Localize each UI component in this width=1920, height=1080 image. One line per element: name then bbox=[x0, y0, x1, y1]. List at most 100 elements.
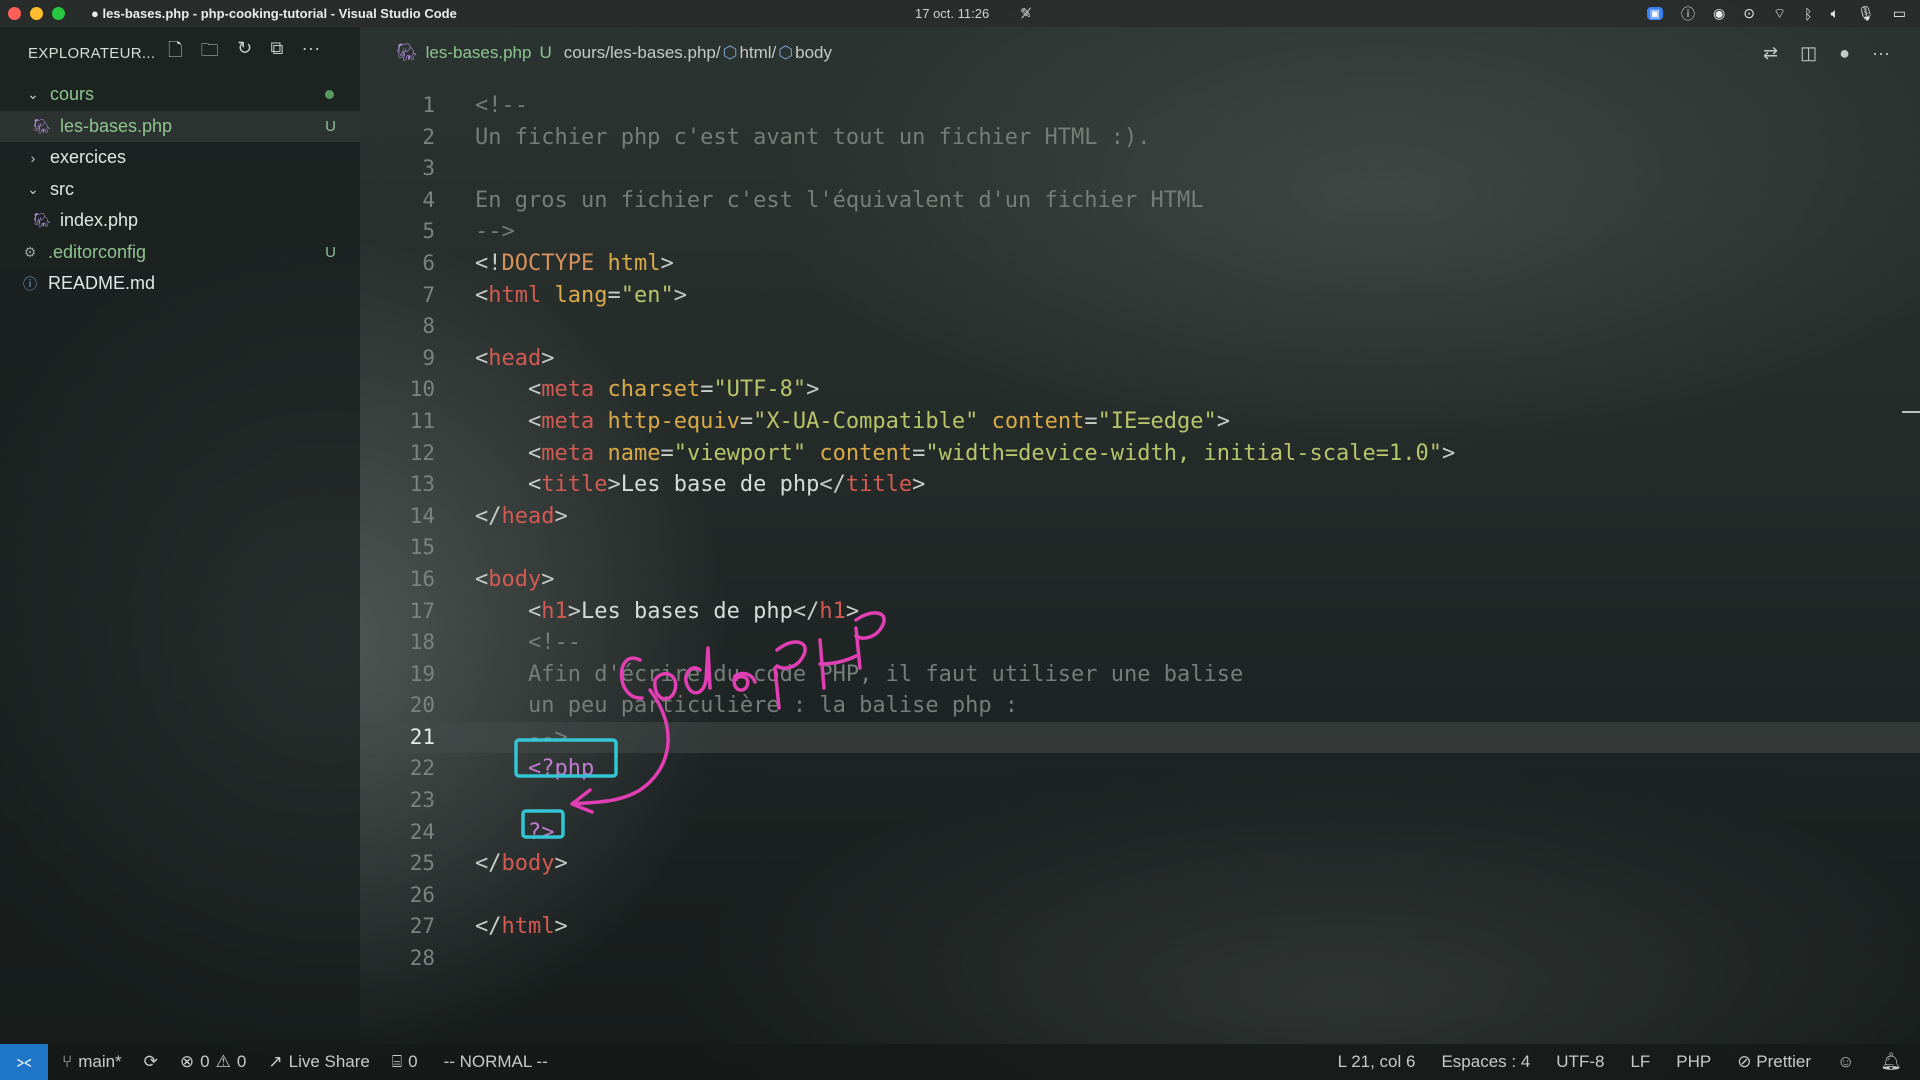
tree-folder-exercices[interactable]: › exercices bbox=[0, 142, 360, 174]
minimize-window-button[interactable] bbox=[30, 7, 43, 20]
close-window-button[interactable] bbox=[8, 7, 21, 20]
code-line[interactable]: 26 bbox=[360, 880, 1920, 912]
collapse-all-icon[interactable]: ⧉ bbox=[270, 38, 283, 68]
tree-file-readme[interactable]: ⓘ README.md bbox=[0, 268, 360, 300]
code-line[interactable]: 24 ?> bbox=[360, 817, 1920, 849]
code-line[interactable]: 1 <!-- bbox=[360, 90, 1920, 122]
code-text: --> bbox=[475, 724, 568, 750]
line-number: 20 bbox=[409, 693, 435, 718]
code-line[interactable]: 23 bbox=[360, 785, 1920, 817]
line-number: 14 bbox=[409, 503, 435, 528]
code-line[interactable]: 9 <head> bbox=[360, 343, 1920, 375]
code-line[interactable]: 13 <title>Les base de php</title> bbox=[360, 469, 1920, 501]
microphone-icon[interactable]: 🎙︎ bbox=[1857, 5, 1875, 22]
tree-folder-cours[interactable]: ⌄ cours bbox=[0, 79, 360, 111]
play-circle-icon[interactable]: ⊙ bbox=[1743, 5, 1755, 22]
tree-file-les-bases[interactable]: 🐘︎ les-bases.php U bbox=[0, 110, 360, 142]
code-text: un peu particulière : la balise php : bbox=[475, 693, 1019, 719]
end-of-line[interactable]: LF bbox=[1630, 1052, 1650, 1072]
info-icon[interactable]: ⓘ bbox=[1681, 4, 1695, 24]
code-line[interactable]: 25 </body> bbox=[360, 848, 1920, 880]
code-line[interactable]: 11 <meta http-equiv="X-UA-Compatible" co… bbox=[360, 406, 1920, 438]
code-line[interactable]: 4 En gros un fichier c'est l'équivalent d… bbox=[360, 185, 1920, 217]
code-line[interactable]: 12 <meta name="viewport" content="width=… bbox=[360, 438, 1920, 470]
line-number: 11 bbox=[409, 408, 435, 433]
notifications-icon[interactable]: 🔔︎ bbox=[1880, 1052, 1902, 1072]
more-actions-icon[interactable]: ··· bbox=[302, 38, 321, 68]
breadcrumb-html[interactable]: html/ bbox=[739, 43, 776, 63]
tree-file-index[interactable]: 🐘︎ index.php bbox=[0, 205, 360, 237]
pen-disabled-icon[interactable]: ✎̸ bbox=[1020, 5, 1032, 22]
line-number: 22 bbox=[409, 756, 435, 781]
clock[interactable]: 17 oct. 11:26 bbox=[915, 6, 989, 21]
explorer-sidebar: EXPLORATEUR... 🗋︎ 🗀︎ ↻ ⧉ ··· ⌄ cours 🐘︎ … bbox=[0, 27, 360, 1044]
code-line[interactable]: 10 <meta charset="UTF-8"> bbox=[360, 374, 1920, 406]
line-number: 3 bbox=[422, 156, 435, 181]
live-share-button[interactable]: ↗ Live Share bbox=[268, 1052, 370, 1072]
volume-icon[interactable]: 🔈︎ bbox=[1831, 5, 1839, 22]
code-line[interactable]: 3 bbox=[360, 153, 1920, 185]
code-line[interactable]: 8 bbox=[360, 311, 1920, 343]
problems-indicator[interactable]: ⊗ 0 ⚠ 0 bbox=[180, 1052, 246, 1072]
wifi-icon[interactable]: ⌔ bbox=[1773, 5, 1786, 23]
code-line[interactable]: 21 --> bbox=[360, 721, 1920, 754]
zoom-app-icon[interactable]: ▣ bbox=[1646, 7, 1664, 20]
encoding[interactable]: UTF-8 bbox=[1556, 1052, 1604, 1072]
code-line[interactable]: 28 bbox=[360, 943, 1920, 975]
code-text: En gros un fichier c'est l'équivalent d'… bbox=[475, 187, 1204, 213]
tree-folder-src[interactable]: ⌄ src bbox=[0, 174, 360, 206]
unsaved-dot-icon[interactable]: ● bbox=[1839, 43, 1850, 64]
code-editor[interactable]: 1 <!-- 2 Un fichier php c'est avant tout un… bbox=[360, 90, 1920, 975]
remote-indicator[interactable]: ⪥ bbox=[0, 1044, 48, 1080]
editor-tab-name[interactable]: les-bases.php bbox=[426, 43, 532, 63]
language-mode[interactable]: PHP bbox=[1676, 1052, 1711, 1072]
code-text: ?> bbox=[475, 819, 555, 845]
code-line[interactable]: 6 <!DOCTYPE html> bbox=[360, 248, 1920, 280]
code-line[interactable]: 19 Afin d'écrire du code PHP, il faut ut… bbox=[360, 659, 1920, 691]
battery-icon[interactable]: ▭ bbox=[1893, 5, 1906, 22]
line-number: 18 bbox=[409, 630, 435, 655]
branch-label: main* bbox=[78, 1052, 122, 1071]
compare-changes-icon[interactable]: ⇄ bbox=[1763, 43, 1778, 64]
code-line[interactable]: 2 Un fichier php c'est avant tout un fich… bbox=[360, 122, 1920, 154]
code-text: <meta charset="UTF-8"> bbox=[475, 377, 820, 403]
code-line[interactable]: 20 un peu particulière : la balise php : bbox=[360, 690, 1920, 722]
new-file-icon[interactable]: 🗋︎ bbox=[168, 38, 183, 68]
code-line[interactable]: 27 </html> bbox=[360, 911, 1920, 943]
tree-item-label: cours bbox=[50, 84, 95, 105]
indentation[interactable]: Espaces : 4 bbox=[1441, 1052, 1530, 1072]
code-line[interactable]: 15 bbox=[360, 532, 1920, 564]
split-editor-icon[interactable]: ◫ bbox=[1800, 43, 1817, 64]
line-number: 12 bbox=[409, 440, 435, 465]
macos-menubar: ● les-bases.php - php-cooking-tutorial -… bbox=[0, 0, 1920, 27]
system-tray: ▣ ⓘ ◉ ⊙ ⌔ ᛒ 🔈︎ 🎙︎ ▭ bbox=[1646, 4, 1906, 24]
tree-item-label: .editorconfig bbox=[48, 241, 147, 262]
code-line[interactable]: 22 <?php bbox=[360, 753, 1920, 785]
sync-button[interactable]: ⟳ bbox=[144, 1052, 158, 1072]
tree-file-editorconfig[interactable]: ⚙ .editorconfig U bbox=[0, 237, 360, 269]
code-line[interactable]: 17 <h1>Les bases de php</h1> bbox=[360, 596, 1920, 628]
zoom-window-button[interactable] bbox=[52, 7, 65, 20]
breadcrumb-body[interactable]: body bbox=[795, 43, 832, 63]
code-line[interactable]: 18 <!-- bbox=[360, 627, 1920, 659]
tree-item-label: index.php bbox=[60, 210, 139, 231]
more-actions-icon[interactable]: ··· bbox=[1872, 43, 1890, 64]
bluetooth-icon[interactable]: ᛒ bbox=[1804, 6, 1812, 22]
line-number: 16 bbox=[409, 566, 435, 591]
git-branch[interactable]: ⑂ main* bbox=[62, 1052, 122, 1072]
code-line[interactable]: 14 </head> bbox=[360, 501, 1920, 533]
breadcrumb-path[interactable]: cours/les-bases.php/ bbox=[564, 43, 721, 63]
code-line[interactable]: 5 --> bbox=[360, 216, 1920, 248]
window-controls bbox=[8, 7, 65, 20]
code-line[interactable]: 16 <body> bbox=[360, 564, 1920, 596]
account-icon[interactable]: ☺ bbox=[1837, 1052, 1854, 1072]
cursor-position[interactable]: L 21, col 6 bbox=[1338, 1052, 1416, 1072]
refresh-icon[interactable]: ↻ bbox=[237, 38, 252, 68]
code-line[interactable]: 7 <html lang="en"> bbox=[360, 280, 1920, 312]
app-circle-icon[interactable]: ◉ bbox=[1713, 5, 1725, 22]
scrollbar-marker[interactable] bbox=[1902, 411, 1920, 413]
tree-item-label: les-bases.php bbox=[60, 115, 173, 136]
prettier-status[interactable]: ⊘ Prettier bbox=[1737, 1052, 1811, 1072]
new-folder-icon[interactable]: 🗀︎ bbox=[201, 38, 219, 68]
ports-indicator[interactable]: ⌸ 0 bbox=[392, 1052, 418, 1072]
